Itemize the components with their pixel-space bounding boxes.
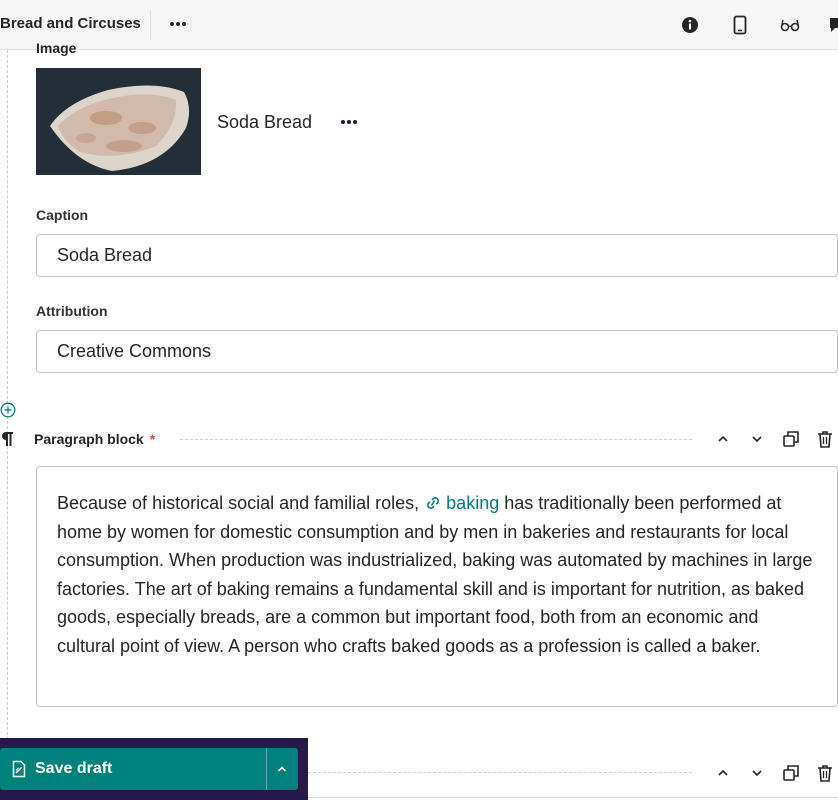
paragraph-block-title-text: Paragraph block xyxy=(34,431,144,447)
link-icon xyxy=(427,497,440,509)
attribution-label: Attribution xyxy=(36,303,108,319)
add-block-icon[interactable] xyxy=(0,402,16,418)
duplicate-icon[interactable] xyxy=(781,763,801,783)
image-field-label: Image xyxy=(36,40,77,56)
page-title: Bread and Circuses xyxy=(0,15,141,32)
block-rail xyxy=(7,50,8,740)
chevron-up-icon[interactable] xyxy=(270,760,294,778)
next-block-header-rule xyxy=(308,772,692,773)
required-marker: * xyxy=(149,431,156,447)
delete-icon[interactable] xyxy=(815,763,835,783)
caption-input[interactable]: Soda Bread xyxy=(36,234,838,277)
image-thumbnail[interactable] xyxy=(36,68,201,175)
delete-icon[interactable] xyxy=(815,429,835,449)
duplicate-icon[interactable] xyxy=(781,429,801,449)
next-block-edge xyxy=(308,797,838,798)
mobile-preview-icon[interactable] xyxy=(729,14,751,36)
paragraph-text-after: has traditionally been performed at home… xyxy=(57,493,813,656)
attribution-input[interactable]: Creative Commons xyxy=(36,330,838,373)
info-icon[interactable] xyxy=(679,14,701,36)
move-up-icon[interactable] xyxy=(713,429,733,449)
save-draft-button[interactable]: Save draft xyxy=(0,748,298,790)
more-icon[interactable] xyxy=(338,110,360,134)
glasses-preview-icon[interactable] xyxy=(779,14,801,36)
baking-link-text[interactable]: baking xyxy=(446,493,499,513)
draft-document-icon xyxy=(12,760,26,778)
image-title: Soda Bread xyxy=(217,112,313,132)
baking-link[interactable]: baking xyxy=(424,493,499,513)
paragraph-icon xyxy=(2,432,13,446)
save-bar: Save draft xyxy=(0,738,308,800)
move-down-icon[interactable] xyxy=(747,763,767,783)
comments-icon[interactable] xyxy=(826,14,838,36)
save-draft-label: Save draft xyxy=(35,760,113,777)
save-split-divider xyxy=(266,748,267,790)
block-header-rule xyxy=(180,439,692,440)
move-up-icon[interactable] xyxy=(713,763,733,783)
editor-header: Bread and Circuses xyxy=(0,0,838,50)
paragraph-block-title: Paragraph block * xyxy=(34,431,155,447)
header-divider xyxy=(150,10,151,40)
move-down-icon[interactable] xyxy=(747,429,767,449)
more-icon[interactable] xyxy=(168,12,188,36)
paragraph-editor[interactable]: Because of historical social and familia… xyxy=(36,466,838,707)
paragraph-text-before: Because of historical social and familia… xyxy=(57,493,425,513)
caption-label: Caption xyxy=(36,207,89,223)
